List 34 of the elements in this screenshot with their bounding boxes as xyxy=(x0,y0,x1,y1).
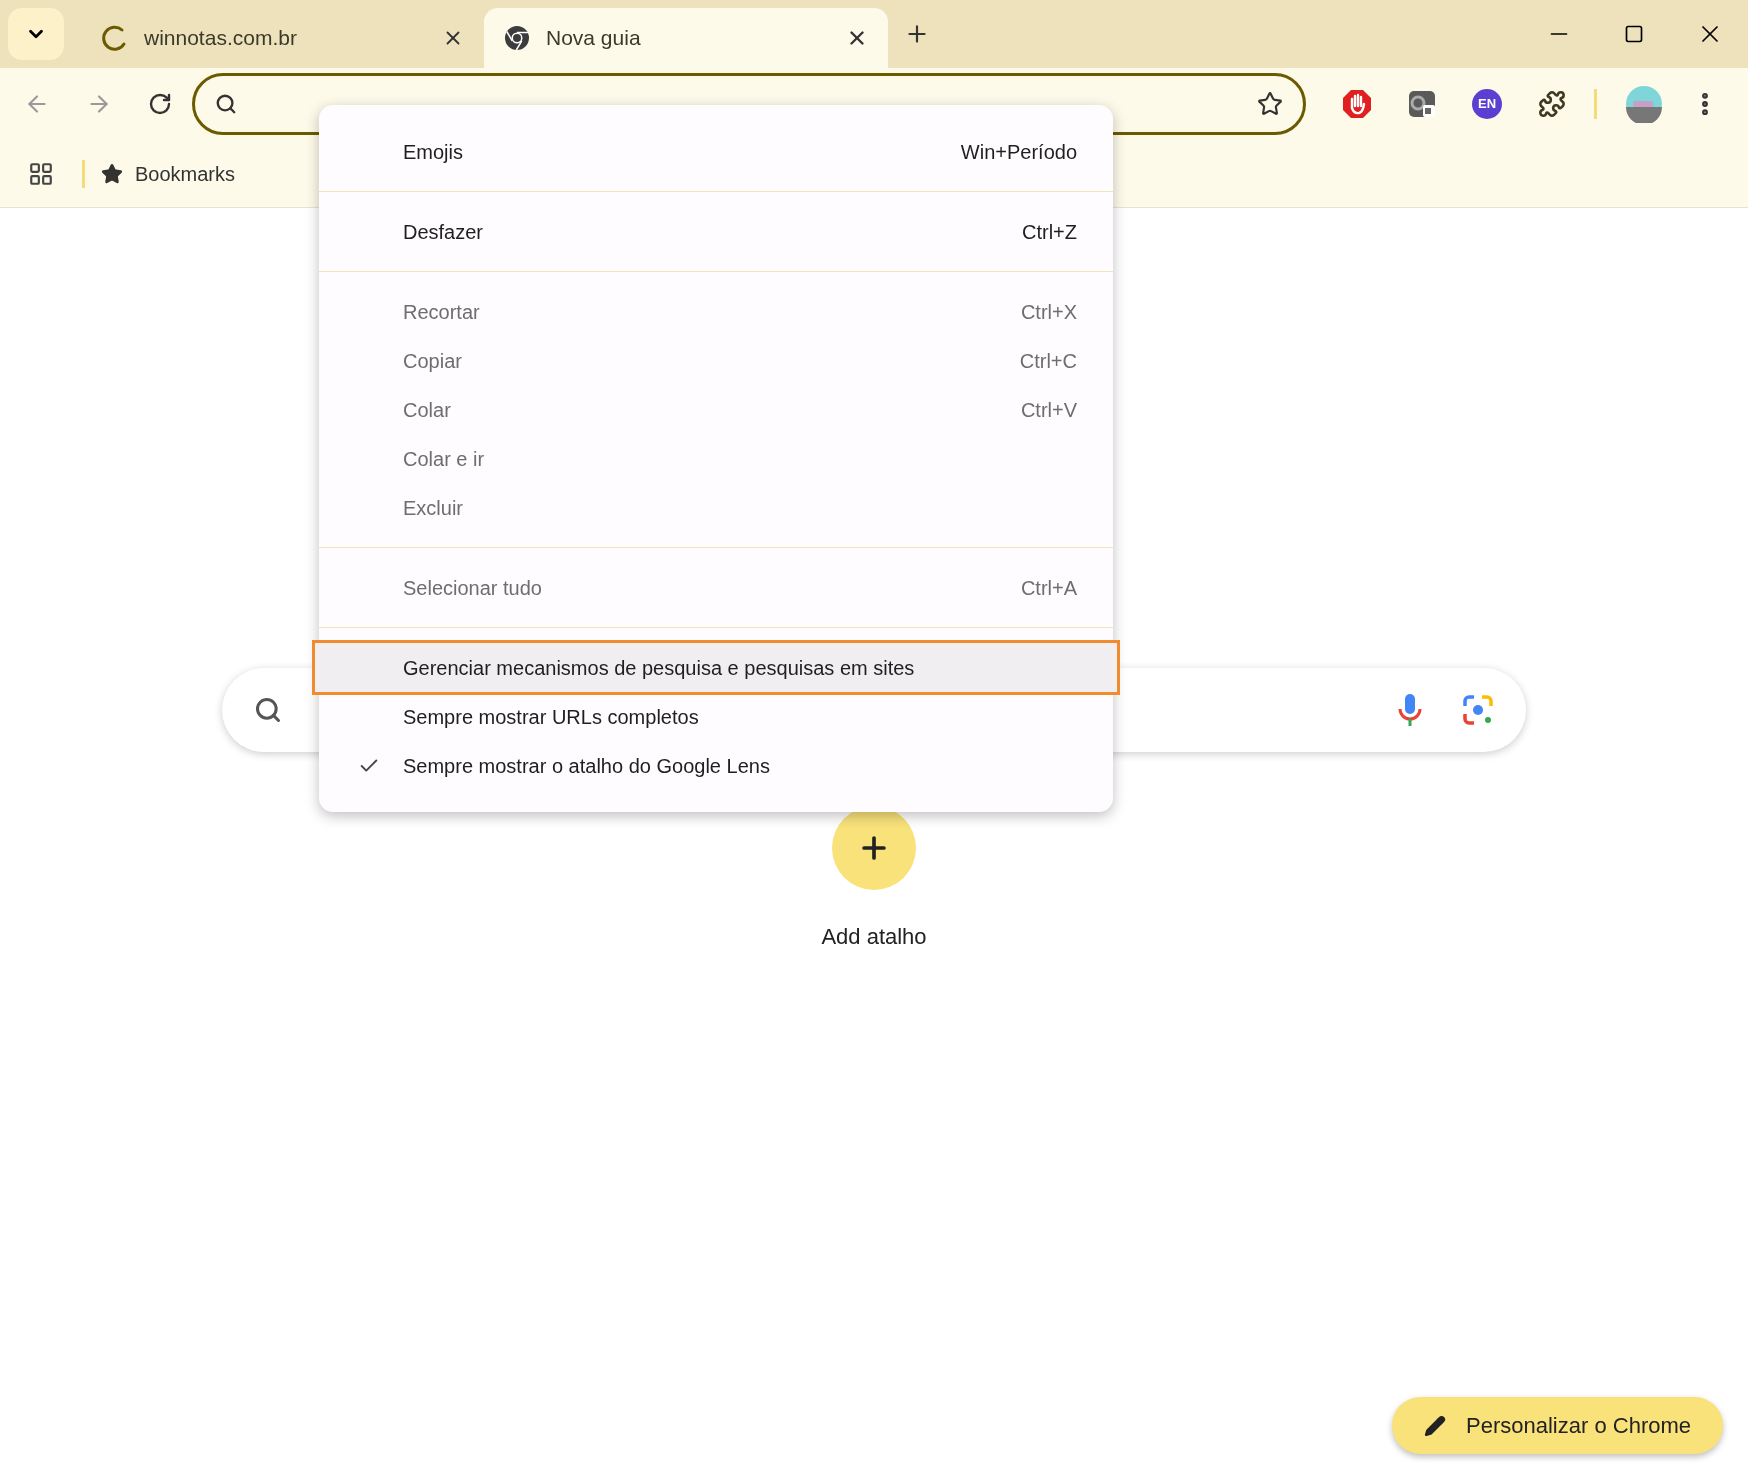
search-icon xyxy=(215,93,237,115)
extensions-icon[interactable] xyxy=(1538,90,1566,118)
customize-button[interactable]: Personalizar o Chrome xyxy=(1392,1397,1723,1454)
reload-icon[interactable] xyxy=(148,92,172,116)
browser-tab[interactable]: winnotas.com.br xyxy=(80,8,484,68)
keyboard-shortcut: Win+Período xyxy=(960,139,1078,165)
star-icon xyxy=(101,162,123,185)
language-badge[interactable]: EN xyxy=(1472,89,1502,119)
add-shortcut-tile[interactable]: Add atalho xyxy=(821,806,927,953)
tab-title: Nova guia xyxy=(546,25,642,52)
menu-item[interactable]: Sempre mostrar URLs completos xyxy=(319,692,1113,741)
stop-hand-icon[interactable] xyxy=(1342,89,1372,119)
camera-lens-icon[interactable] xyxy=(1462,694,1494,726)
extension-icon[interactable] xyxy=(1408,90,1436,118)
keyboard-shortcut: Ctrl+A xyxy=(1020,575,1078,601)
tab-title: winnotas.com.br xyxy=(144,25,298,52)
keyboard-shortcut: Ctrl+X xyxy=(1020,299,1078,325)
apps-grid-icon[interactable] xyxy=(28,160,54,187)
menu-item[interactable]: Gerenciar mecanismos de pesquisa e pesquisas em sites xyxy=(315,643,1117,692)
microphone-icon[interactable] xyxy=(1398,693,1422,727)
keyboard-shortcut: Ctrl+C xyxy=(1019,348,1078,374)
search-icon xyxy=(254,696,282,724)
shortcut-label: Add atalho xyxy=(821,923,927,951)
menu-item[interactable]: Sempre mostrar o atalho do Google Lens xyxy=(319,741,1113,790)
keyboard-shortcut: Ctrl+V xyxy=(1020,397,1078,423)
profile-avatar[interactable] xyxy=(1625,85,1663,123)
bookmark-star-icon[interactable] xyxy=(1257,91,1283,117)
menu-item[interactable]: Emojis Win+Período xyxy=(319,127,1113,176)
browser-tab[interactable]: Nova guia xyxy=(484,8,888,68)
pencil-icon xyxy=(1424,1414,1446,1437)
maximize-icon[interactable] xyxy=(1624,24,1644,44)
keyboard-shortcut: Ctrl+Z xyxy=(1022,219,1078,245)
bookmark-folder[interactable]: Bookmarks xyxy=(101,158,236,189)
menu-item[interactable]: Desfazer Ctrl+Z xyxy=(319,207,1113,256)
